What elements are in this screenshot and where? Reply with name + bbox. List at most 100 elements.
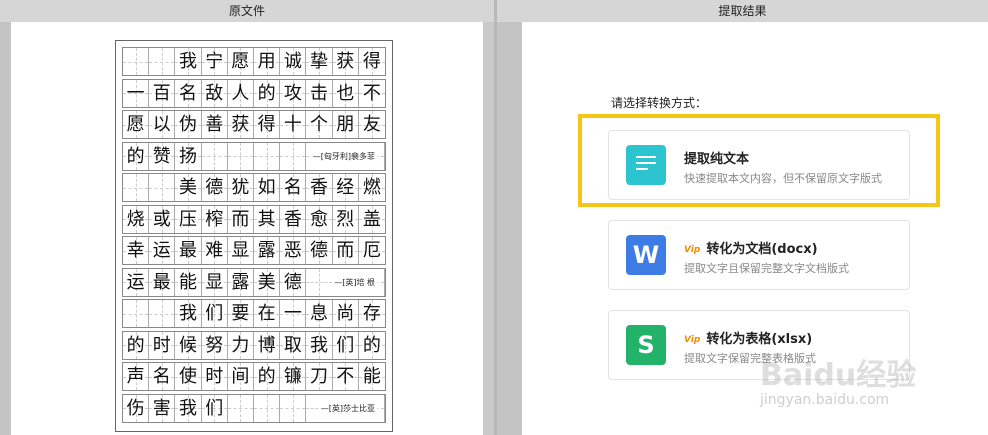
grid-cell: 努 xyxy=(201,331,228,359)
grid-cell xyxy=(227,142,255,170)
sheet-row: 幸运最难显露恶德而厄 xyxy=(122,236,386,265)
grid-char: 美 xyxy=(257,271,276,293)
grid-cell xyxy=(123,48,150,75)
grid-cell: 取 xyxy=(280,331,307,359)
grid-cell: 伤 xyxy=(123,394,150,422)
option-title: Vip 转化为表格(xlsx) xyxy=(684,328,812,347)
grid-char: 候 xyxy=(179,334,197,356)
grid-char: 得 xyxy=(362,51,381,72)
grid-char: 十 xyxy=(283,114,302,135)
grid-cell: 个 xyxy=(306,111,333,138)
grid-cell: 的 xyxy=(123,142,150,170)
convert-docx-option[interactable]: W Vip 转化为文档(docx) 提取文字且保留完整文字文档版式 xyxy=(608,220,910,290)
grid-cell: 镰 xyxy=(280,363,307,390)
grid-char: 伪 xyxy=(179,114,197,135)
grid-cell: 挚 xyxy=(306,48,333,75)
grid-char: 愈 xyxy=(310,208,329,230)
grid-char: 声 xyxy=(126,366,145,387)
grid-char: 刀 xyxy=(310,366,329,387)
grid-cell: 名 xyxy=(149,363,176,390)
grid-cell: 显 xyxy=(227,237,255,264)
option-title-text: 转化为文档(docx) xyxy=(706,242,818,257)
vip-icon: Vip xyxy=(684,245,701,255)
grid-char: 的 xyxy=(362,334,381,356)
grid-cell: 赞 xyxy=(149,142,176,170)
grid-cell: 间 xyxy=(227,363,255,390)
grid-cell: 显 xyxy=(201,268,228,296)
word-doc-icon: W xyxy=(626,235,666,275)
grid-char: 的 xyxy=(257,82,276,104)
sheet-row: 伤害我们 —[英]莎士比亚 xyxy=(122,393,386,423)
grid-cell: 一 xyxy=(123,79,150,107)
grid-char: 努 xyxy=(205,334,224,356)
grid-cell xyxy=(227,394,255,422)
grid-cell: 的 xyxy=(123,331,150,359)
grid-cell xyxy=(280,394,307,422)
sheet-row: 我们要在一息尚存 xyxy=(122,299,386,328)
left-scrollbar[interactable] xyxy=(483,22,494,435)
grid-cell: 伪 xyxy=(175,111,202,138)
grid-cell: 也 xyxy=(332,79,359,107)
grid-char: 赞 xyxy=(152,145,171,167)
grid-char: 愿 xyxy=(231,51,250,72)
grid-char: 德 xyxy=(310,240,329,261)
grid-char: 存 xyxy=(362,303,381,324)
grid-char: 而 xyxy=(231,208,250,230)
option-desc: 提取文字且保留完整文字文档版式 xyxy=(684,262,849,275)
watermark-url: jingyan.baidu.com xyxy=(760,392,890,408)
grid-cell xyxy=(201,142,228,170)
grid-cell: 博 xyxy=(254,331,281,359)
grid-char: 朋 xyxy=(336,114,355,135)
grid-cell: 攻 xyxy=(280,79,307,107)
grid-cell: 名 xyxy=(175,79,202,107)
grid-char: 名 xyxy=(179,82,197,104)
grid-cell: 人 xyxy=(227,79,255,107)
grid-cell: 最 xyxy=(175,237,202,264)
grid-char: 不 xyxy=(362,82,381,104)
grid-char: 露 xyxy=(231,271,250,293)
grid-cell: 美 xyxy=(175,174,202,201)
grid-char: 燃 xyxy=(362,177,381,198)
grid-cell: 不 xyxy=(332,363,359,390)
grid-char: 幸 xyxy=(126,240,145,261)
grid-cell: 不 xyxy=(358,79,386,107)
grid-cell: 或 xyxy=(149,205,176,233)
grid-cell: 候 xyxy=(175,331,202,359)
grid-char: 最 xyxy=(179,240,197,261)
grid-char: 间 xyxy=(231,366,250,387)
grid-cell: 经 xyxy=(332,174,359,201)
grid-cell: 榨 xyxy=(201,205,228,233)
grid-cell xyxy=(149,48,176,75)
grid-char: 人 xyxy=(231,82,250,104)
grid-cell xyxy=(254,394,281,422)
grid-char: 德 xyxy=(205,177,224,198)
conversion-prompt: 请选择转换方式： xyxy=(611,96,708,110)
grid-cell: 时 xyxy=(201,363,228,390)
grid-cell: 美 xyxy=(254,268,281,296)
grid-char: 压 xyxy=(179,208,197,230)
grid-char: 德 xyxy=(283,271,302,293)
grid-char: 友 xyxy=(362,114,381,135)
grid-cell: 们 xyxy=(332,331,359,359)
watermark-logo: Baidu经验 xyxy=(760,358,917,393)
grid-cell: 恶 xyxy=(280,237,307,264)
grid-cell: 敌 xyxy=(201,79,228,107)
grid-cell: 百 xyxy=(149,79,176,107)
grid-cell: 们 xyxy=(201,394,228,422)
grid-cell: 德 xyxy=(280,268,307,296)
option-title: Vip 转化为文档(docx) xyxy=(684,238,818,257)
grid-char: 的 xyxy=(257,366,276,387)
grid-char: 也 xyxy=(336,82,355,104)
grid-char: 的 xyxy=(126,334,145,356)
grid-char: 香 xyxy=(283,208,302,230)
grid-cell: 获 xyxy=(332,48,359,75)
grid-char: 而 xyxy=(336,240,355,261)
sheet-row: 的时候努力博取我们的 xyxy=(122,330,386,360)
grid-cell: 害 xyxy=(149,394,176,422)
grid-char: 我 xyxy=(179,397,197,419)
grid-cell: 盖 xyxy=(358,205,386,233)
option-title-text: 转化为表格(xlsx) xyxy=(706,332,813,347)
grid-cell: 名 xyxy=(280,174,307,201)
grid-cell: 德 xyxy=(306,237,333,264)
grid-cell: 而 xyxy=(332,237,359,264)
